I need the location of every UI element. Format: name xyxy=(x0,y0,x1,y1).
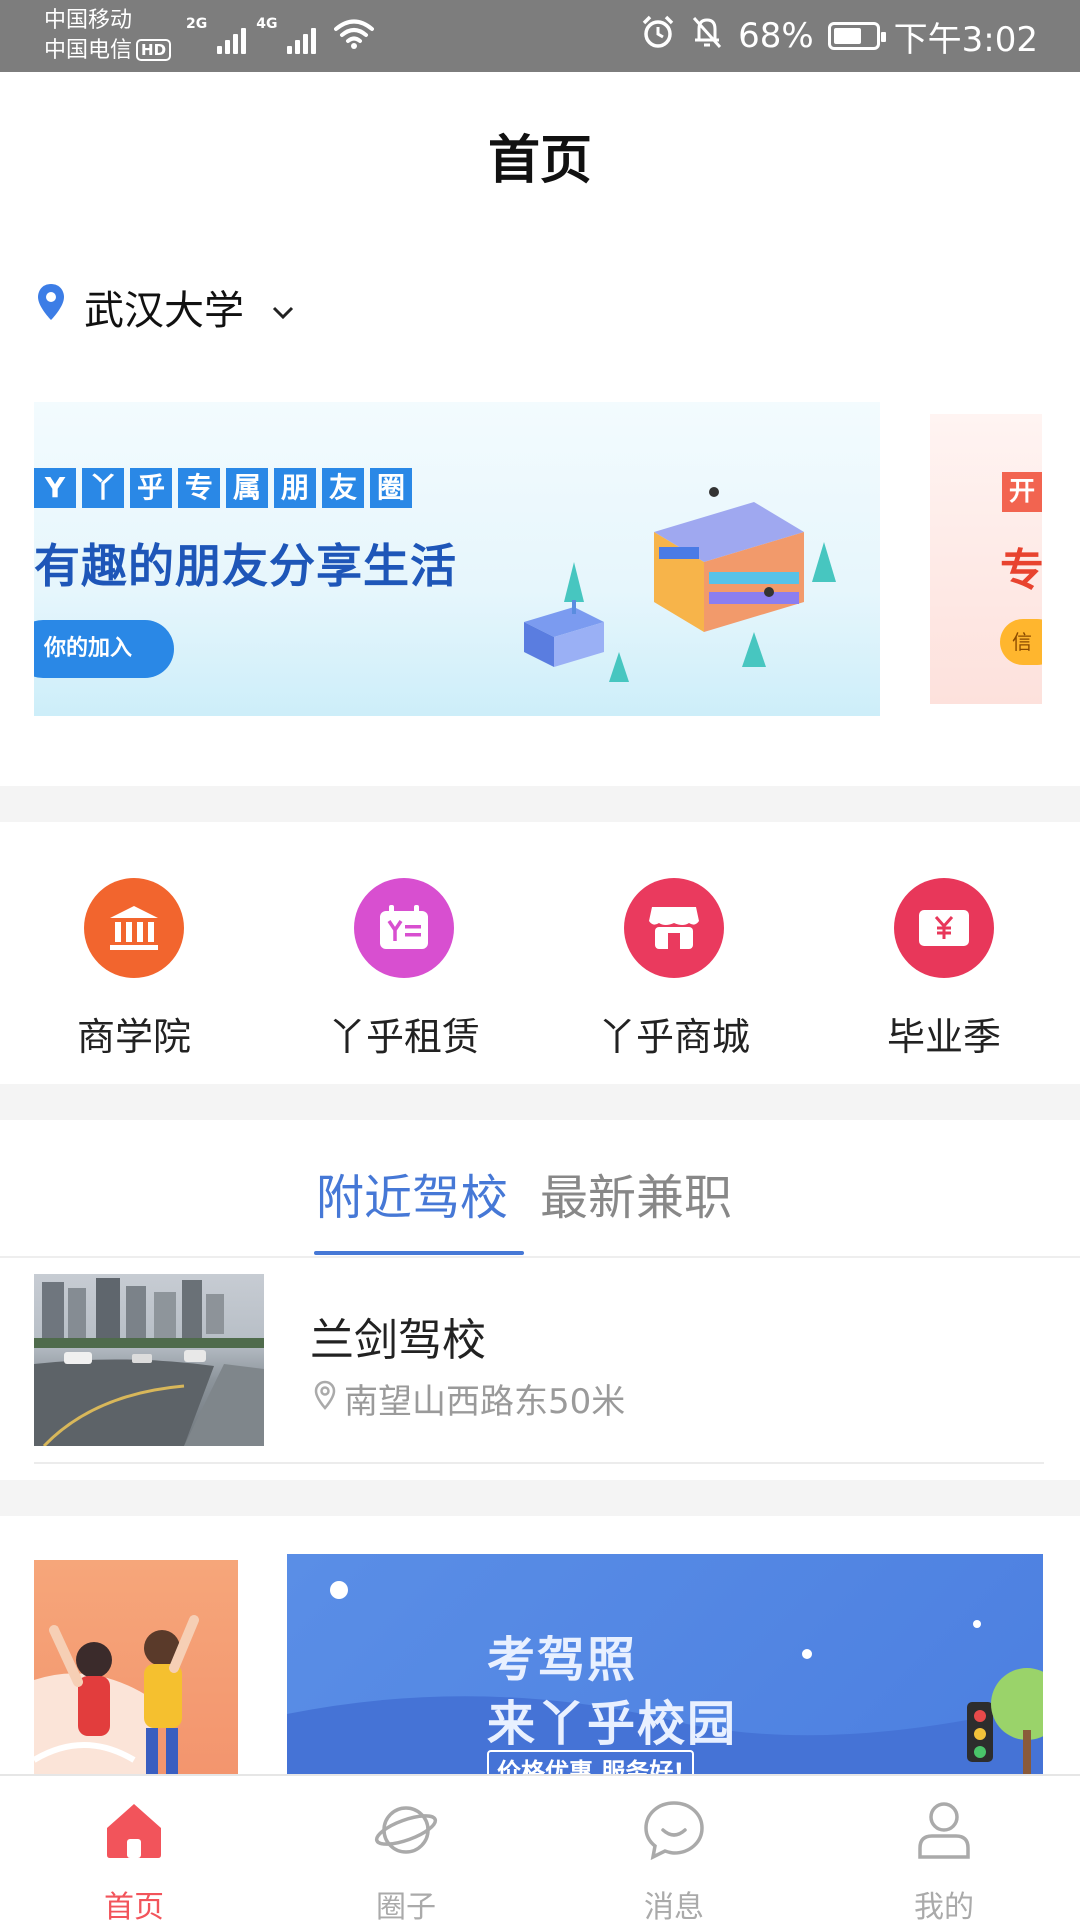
location-pin-icon xyxy=(36,282,66,332)
promo-line-2: 来丫乎校园 xyxy=(487,1696,738,1752)
location-name: 武汉大学 xyxy=(84,288,244,334)
banner-tag: 朋 xyxy=(274,468,316,508)
active-tab-indicator xyxy=(314,1251,524,1255)
carrier-1: 中国移动 xyxy=(44,8,133,33)
banner-next-tag: 开 xyxy=(1002,472,1042,512)
tab-latest-part-time-jobs[interactable]: 最新兼职 xyxy=(540,1158,732,1228)
promo-card-graduates[interactable] xyxy=(34,1560,238,1774)
banner-next-button: 信 xyxy=(1000,619,1042,665)
quick-entry-label: 丫乎租赁 xyxy=(327,1015,480,1059)
banner-join-button[interactable]: 你的加入 xyxy=(34,620,174,678)
quick-entry-rental[interactable]: 丫乎租赁 xyxy=(304,878,504,1061)
quick-entry-label: 毕业季 xyxy=(886,1015,1001,1059)
network-type-4g: 4G xyxy=(256,16,278,32)
section-divider xyxy=(0,1084,1080,1120)
promo-line-3: 价格优惠 服务好! xyxy=(487,1750,695,1774)
planet-icon xyxy=(326,1790,486,1870)
list-divider xyxy=(34,1462,1044,1464)
quick-entry-graduation[interactable]: 毕业季 xyxy=(844,878,1044,1061)
list-item[interactable]: 兰剑驾校 南望山西路东50米 xyxy=(34,1274,1044,1464)
banner-tag: 友 xyxy=(322,468,364,508)
banner-tag: 乎 xyxy=(130,468,172,508)
tab-nearby-driving-schools[interactable]: 附近驾校 xyxy=(316,1158,508,1228)
nav-messages[interactable]: 消息 xyxy=(594,1790,754,1920)
banner-tag: 圈 xyxy=(370,468,412,508)
quick-entry-label: 丫乎商城 xyxy=(597,1015,750,1059)
quick-entry-mall[interactable]: 丫乎商城 xyxy=(574,878,774,1061)
banner-next-slide[interactable]: 开 专 信 xyxy=(930,414,1042,704)
user-icon xyxy=(864,1790,1024,1870)
carrier-info: 中国移动 中国电信 HD xyxy=(44,6,172,66)
driving-school-photo xyxy=(34,1274,264,1446)
banner-headline: 有趣的朋友分享生活 xyxy=(34,539,457,593)
promo-line-1: 考驾照 xyxy=(487,1632,638,1688)
carrier-2: 中国电信 xyxy=(44,38,133,63)
home-icon xyxy=(54,1790,214,1870)
quick-entry-business-school[interactable]: 商学院 xyxy=(34,878,234,1061)
nav-home-label: 首页 xyxy=(104,1890,164,1920)
book-stack-illustration xyxy=(504,422,864,696)
nav-messages-label: 消息 xyxy=(644,1890,704,1920)
banner-tag: Y xyxy=(34,468,76,508)
battery-percent: 68% xyxy=(738,16,814,56)
banner-tag: 丫 xyxy=(82,468,124,508)
students-illustration xyxy=(34,1615,199,1774)
driving-school-address: 南望山西路东50米 xyxy=(314,1374,625,1423)
chat-bubble-icon xyxy=(594,1790,754,1870)
banner-slide[interactable]: Y 丫 乎 专 属 朋 友 圈 有趣的朋友分享生活 你的加入 xyxy=(34,402,880,716)
status-right: 68% 下午3:02 xyxy=(640,14,1038,60)
driving-school-name: 兰剑驾校 xyxy=(310,1315,486,1366)
nav-circle-label: 圈子 xyxy=(376,1890,436,1920)
nav-profile[interactable]: 我的 xyxy=(864,1790,1024,1920)
banner-tag: 专 xyxy=(178,468,220,508)
bottom-navigation: 首页 圈子 消息 我的 xyxy=(0,1774,1080,1920)
page-title: 首页 xyxy=(487,131,592,191)
hd-badge: HD xyxy=(136,39,172,61)
quick-entry-label: 商学院 xyxy=(76,1015,191,1059)
network-indicators: 2G 4G xyxy=(186,14,375,54)
nav-circle[interactable]: 圈子 xyxy=(326,1790,486,1920)
calendar-icon xyxy=(354,878,454,978)
alarm-icon xyxy=(640,14,676,59)
chevron-down-icon xyxy=(272,284,294,330)
section-divider xyxy=(0,1480,1080,1516)
mute-bell-icon xyxy=(690,14,724,59)
signal-icon xyxy=(217,28,247,54)
signal-icon xyxy=(287,28,317,54)
battery-icon xyxy=(827,22,886,50)
location-outline-icon xyxy=(314,1379,336,1419)
store-icon xyxy=(624,878,724,978)
bank-icon xyxy=(84,878,184,978)
nav-profile-label: 我的 xyxy=(914,1890,974,1920)
promo-card-driving-license[interactable]: 考驾照 来丫乎校园 价格优惠 服务好! xyxy=(287,1554,1043,1774)
banner-next-headline: 专 xyxy=(1000,545,1042,596)
network-type-2g: 2G xyxy=(186,16,208,32)
section-divider xyxy=(0,786,1080,822)
banner-tags: Y 丫 乎 专 属 朋 友 圈 xyxy=(34,468,412,508)
tab-divider xyxy=(0,1256,1080,1258)
clock: 下午3:02 xyxy=(893,19,1038,60)
banner-tag: 属 xyxy=(226,468,268,508)
nav-home[interactable]: 首页 xyxy=(54,1790,214,1920)
status-bar: 中国移动 中国电信 HD 2G 4G 68% 下午3:02 xyxy=(0,0,1080,72)
wallet-yen-icon xyxy=(894,878,994,978)
driving-school-address-text: 南望山西路东50米 xyxy=(344,1382,626,1422)
wifi-icon xyxy=(334,18,375,54)
location-selector[interactable]: 武汉大学 xyxy=(36,278,294,336)
